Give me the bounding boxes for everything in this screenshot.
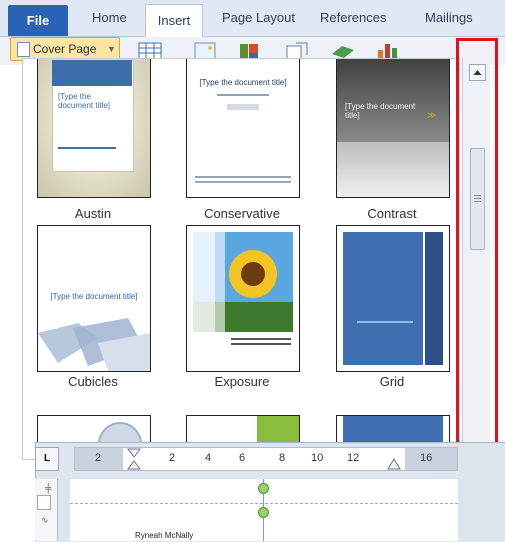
tab-home[interactable]: Home [92,10,127,25]
contrast-title: [Type the document title] [345,102,416,120]
ruler-number: 6 [239,452,246,464]
resize-handle[interactable] [258,507,269,518]
rotation-handle[interactable] [258,483,269,494]
cover-conservative-thumbnail[interactable]: [Type the document title] [186,59,300,198]
tab-insert[interactable]: Insert [145,4,203,37]
ruler-number: 8 [279,452,286,464]
cover-grid-thumbnail[interactable] [336,225,450,372]
cover-page-label: Cover Page [33,42,97,56]
ruler-number: 4 [205,452,212,464]
tab-references[interactable]: References [320,10,386,25]
vertical-ruler: ╪ ∿ [35,479,58,541]
caption-exposure: Exposure [214,374,270,389]
austin-title: [Type the document title] [58,92,111,110]
ruler-number: 16 [420,452,433,464]
caption-cubicles: Cubicles [68,374,118,389]
document-author: Ryneah McNally [135,531,194,540]
tab-selector[interactable]: L [35,447,59,471]
highlight-box [456,38,498,467]
tab-mailings[interactable]: Mailings [425,10,473,25]
caption-grid: Grid [379,374,405,389]
indent-marker-icon[interactable] [127,448,141,470]
caption-contrast: Contrast [367,206,417,221]
ruler-number: 2 [169,452,176,464]
cubicles-graphic [38,318,150,371]
cover-cubicles-thumbnail[interactable]: [Type the document title] [37,225,151,372]
tab-page-layout[interactable]: Page Layout [222,10,295,25]
conservative-title: [Type the document title] [199,78,287,87]
ruler-number: 12 [347,452,360,464]
document-page[interactable] [70,479,458,541]
horizontal-ruler[interactable]: 2 2 4 6 8 10 12 16 [74,447,458,471]
chevron-down-icon: ≫ [427,110,437,120]
ruler-number: 10 [311,452,324,464]
cover-austin-thumbnail[interactable]: [Type the document title] [37,59,151,198]
ribbon-tab-bar: File Home Insert Page Layout References … [0,0,505,37]
cover-exposure-thumbnail[interactable] [186,225,300,372]
cover-page-icon [17,42,30,57]
tab-file[interactable]: File [8,5,68,36]
right-indent-icon[interactable] [387,458,401,470]
caption-austin: Austin [74,206,112,221]
cubicles-title: [Type the document title] [50,292,138,301]
cover-page-gallery: [Type the document title] [Type the docu… [22,58,460,460]
chevron-down-icon: ▼ [107,44,116,54]
cover-contrast-thumbnail[interactable]: [Type the document title] ≫ [336,59,450,198]
ruler-number: 2 [95,452,102,464]
caption-conservative: Conservative [204,206,280,221]
